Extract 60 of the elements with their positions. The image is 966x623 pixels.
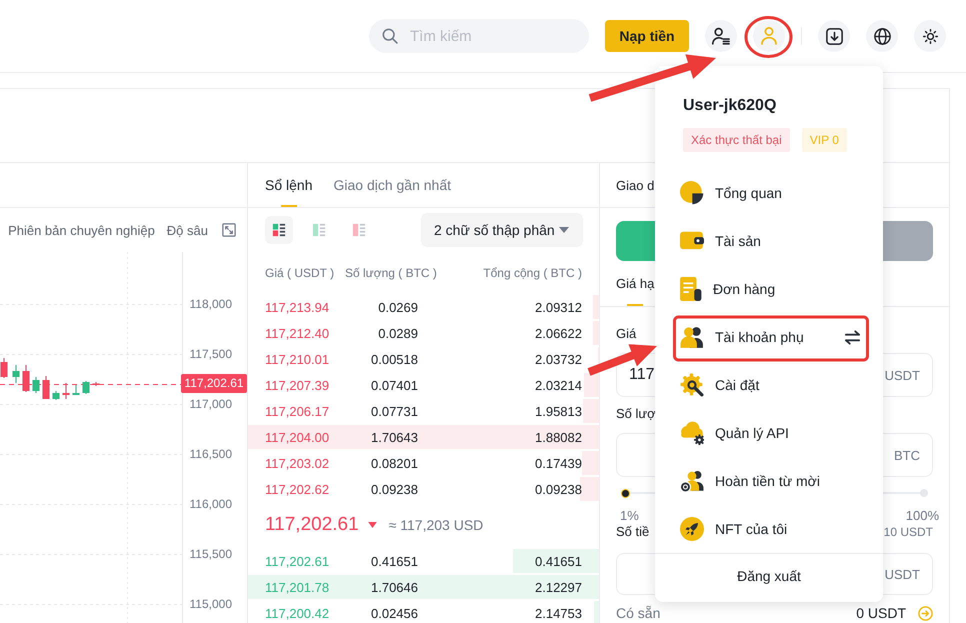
field-label: Số tiề [616, 524, 650, 540]
axis-label: 116,500 [190, 447, 232, 461]
order-amount: 0.0289 [378, 326, 418, 340]
order-total: 2.14753 [535, 606, 582, 620]
order-amount: 0.09238 [371, 482, 418, 496]
minimum-note: 10 USDT [884, 525, 933, 539]
axis-label: 117,500 [190, 347, 232, 361]
last-price-tag: 117,202.61 [181, 374, 247, 393]
order-total: 1.88082 [535, 430, 582, 444]
order-total: 2.06622 [535, 326, 582, 340]
username: User-jk620Q [683, 97, 776, 114]
order-amount: 1.70643 [371, 430, 418, 444]
order-amount: 0.0269 [378, 300, 418, 314]
axis-label: 116,000 [190, 497, 232, 511]
vip-badge: VIP 0 [802, 128, 847, 152]
ask-price: 117,212.40 [265, 326, 330, 340]
column-header: Số lượng ( BTC ) [345, 266, 437, 280]
slider-min-label: 1% [620, 508, 639, 524]
axis-label: 117,000 [190, 397, 232, 411]
order-total: 1.95813 [535, 404, 582, 418]
order-total: 2.09312 [535, 300, 582, 314]
order-total: 2.12297 [535, 580, 582, 594]
order-total: 0.09238 [535, 482, 582, 496]
axis-label: 115,500 [190, 547, 232, 561]
bid-price: 117,201.78 [265, 580, 330, 594]
axis-label: 118,000 [190, 297, 232, 311]
order-amount: 0.02456 [371, 606, 418, 620]
order-amount: 0.07401 [371, 378, 418, 392]
status-badge: Xác thực thất bại [683, 128, 790, 152]
ask-price: 117,204.00 [265, 430, 330, 444]
order-total: 0.41651 [535, 554, 582, 568]
unit-label: USDT [884, 566, 920, 582]
ask-price: 117,206.17 [265, 404, 330, 418]
ask-price: 117,203.02 [265, 456, 330, 470]
order-amount: 1.70646 [371, 580, 418, 594]
usd-price: ≈ 117,203 USD [388, 517, 484, 533]
axis-label: 115,000 [190, 597, 232, 611]
available-balance: 0 USDT [856, 605, 906, 621]
order-amount: 0.41651 [371, 554, 418, 568]
field-label: Số lượ [616, 406, 656, 421]
slider-max-label: 100% [906, 508, 939, 524]
order-total: 2.03732 [535, 352, 582, 366]
ask-price: 117,202.62 [265, 482, 330, 496]
unit-label: USDT [884, 368, 920, 382]
column-header: Tổng cộng ( BTC ) [483, 266, 582, 280]
available-label: Có sẵn [616, 605, 660, 621]
ask-price: 117,213.94 [265, 300, 330, 314]
order-amount: 0.08201 [371, 456, 418, 470]
unit-label: BTC [894, 448, 920, 462]
bid-price: 117,200.42 [265, 606, 330, 620]
column-header: Giá ( USDT ) [265, 266, 336, 280]
last-price: 117,202.61 [265, 514, 359, 536]
order-total: 2.03214 [535, 378, 582, 392]
order-amount: 0.00518 [371, 352, 418, 366]
order-amount: 0.07731 [371, 404, 418, 418]
bid-price: 117,202.61 [265, 554, 330, 568]
ask-price: 117,207.39 [265, 378, 330, 392]
ask-price: 117,210.01 [265, 352, 330, 366]
order-total: 0.17439 [535, 456, 582, 470]
field-label: Giá [616, 326, 636, 341]
